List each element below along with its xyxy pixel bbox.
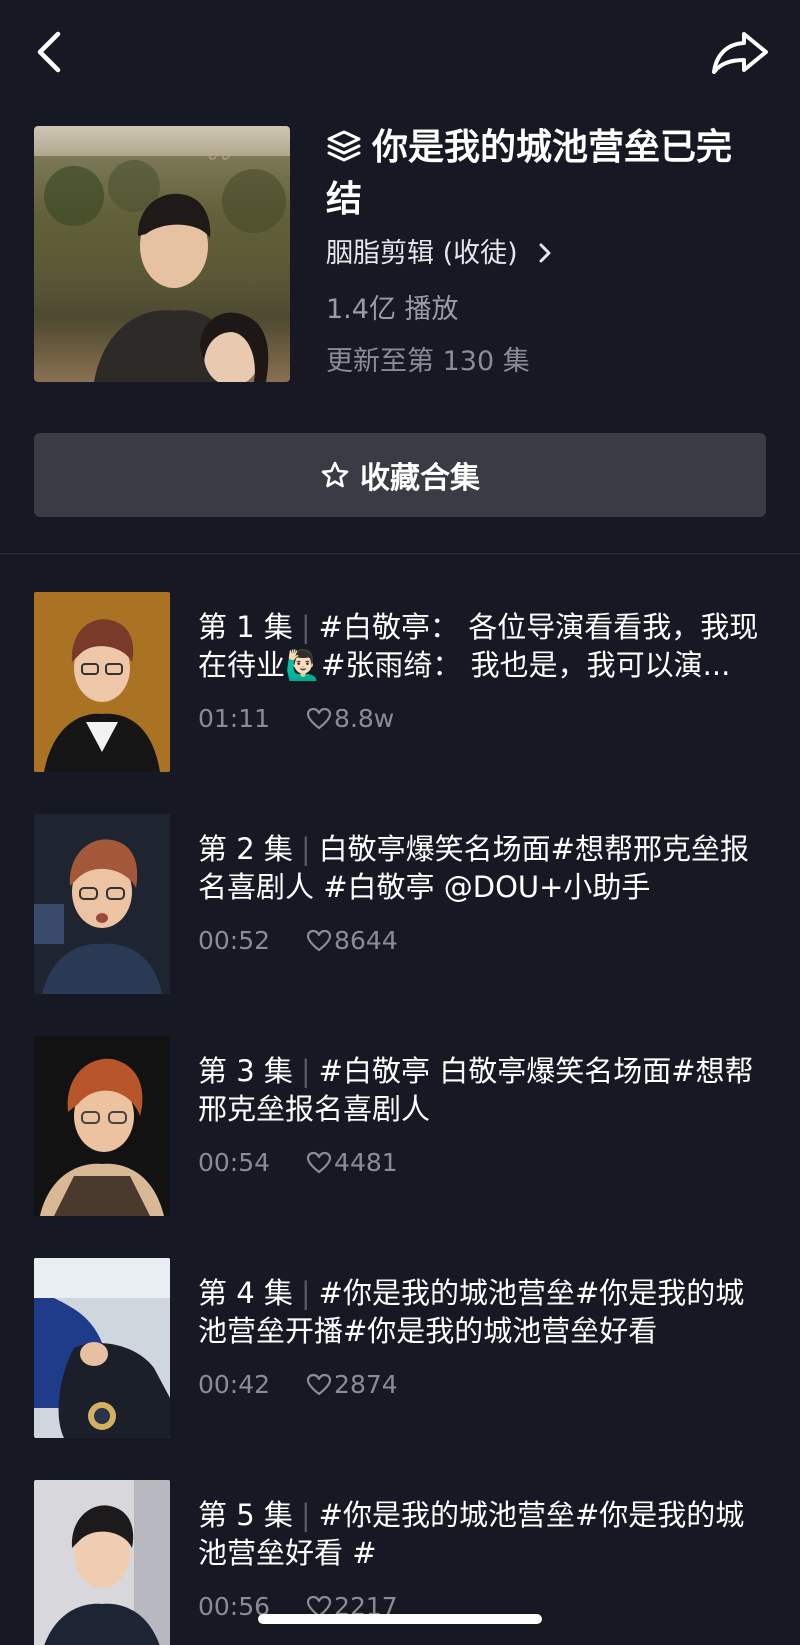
episode-duration: 00:54: [198, 1148, 271, 1177]
collection-title-block: 你是我的城池营垒已完结: [326, 122, 766, 226]
top-bar: [0, 0, 800, 110]
episode-likes: 4481: [334, 1148, 398, 1177]
episode-meta: 00:52 8644: [198, 924, 398, 958]
episode-title: 第 1 集 | #白敬亭： 各位导演看看我，我现在待业🙋🏻‍♂️#张雨绮： 我也是，…: [198, 610, 759, 682]
author-link[interactable]: 胭脂剪辑 (收徒): [326, 234, 556, 274]
episode-title: 第 2 集 | 白敬亭爆笑名场面#想帮邢克垒报名喜剧人 #白敬亭 @DOU+小助手: [198, 832, 749, 904]
episode-thumbnail: [34, 592, 170, 772]
episode-title: 第 3 集 | #白敬亭 白敬亭爆笑名场面#想帮邢克垒报名喜剧人: [198, 1054, 754, 1126]
episode-number: 第 1 集: [198, 610, 293, 644]
svg-text:〰: 〰: [204, 143, 234, 173]
favorite-label: 收藏合集: [360, 461, 480, 496]
episode-item[interactable]: 第 4 集 | #你是我的城池营垒#你是我的城池营垒开播#你是我的城池营垒好看 00…: [0, 1258, 800, 1440]
collection-title: 你是我的城池营垒已完结: [326, 122, 766, 226]
episode-thumbnail: [34, 1258, 170, 1438]
home-indicator[interactable]: [258, 1614, 542, 1624]
episode-item[interactable]: 第 1 集 | #白敬亭： 各位导演看看我，我现在待业🙋🏻‍♂️#张雨绮： 我也是，…: [0, 592, 800, 774]
episode-duration: 00:52: [198, 926, 271, 955]
episode-number: 第 3 集: [198, 1054, 293, 1088]
share-button[interactable]: [708, 26, 772, 78]
collection-title-text: 你是我的城池营垒已完结: [326, 127, 733, 220]
back-button[interactable]: [30, 26, 74, 78]
episode-duration: 00:42: [198, 1370, 271, 1399]
play-count: 1.4亿 播放: [326, 294, 459, 325]
chevron-right-icon: [539, 243, 551, 263]
heart-icon: [306, 1373, 332, 1396]
episode-meta: 01:11 8.8w: [198, 702, 394, 736]
episode-title: 第 5 集 | #你是我的城池营垒#你是我的城池营垒好看 #: [198, 1498, 745, 1570]
heart-icon: [306, 1151, 332, 1174]
episode-number: 第 2 集: [198, 832, 293, 866]
layers-icon: [327, 130, 361, 162]
episode-number: 第 5 集: [198, 1498, 293, 1532]
episode-thumbnail: [34, 1036, 170, 1216]
episode-number: 第 4 集: [198, 1276, 293, 1310]
episode-item[interactable]: 第 2 集 | 白敬亭爆笑名场面#想帮邢克垒报名喜剧人 #白敬亭 @DOU+小助手 …: [0, 814, 800, 996]
episode-item[interactable]: 第 3 集 | #白敬亭 白敬亭爆笑名场面#想帮邢克垒报名喜剧人 00:54 4481: [0, 1036, 800, 1218]
episode-thumbnail: [34, 814, 170, 994]
episode-likes: 2874: [334, 1370, 398, 1399]
update-status: 更新至第 130 集: [326, 346, 530, 377]
collection-cover-image[interactable]: 〰: [34, 126, 290, 382]
collection-page: 〰 你是我的城池营垒已完结 胭脂剪辑 (收徒) 1.4亿 播放 更新至第 130…: [0, 0, 800, 1645]
episode-likes: 8.8w: [334, 704, 395, 733]
section-divider: [0, 553, 800, 554]
episode-meta: 00:54 4481: [198, 1146, 398, 1180]
episode-meta: 00:42 2874: [198, 1368, 398, 1402]
episode-likes: 8644: [334, 926, 398, 955]
chevron-left-icon: [37, 31, 61, 73]
heart-icon: [306, 707, 332, 730]
favorite-collection-button[interactable]: 收藏合集: [34, 433, 766, 517]
star-outline-icon: [321, 461, 349, 488]
episode-title: 第 4 集 | #你是我的城池营垒#你是我的城池营垒开播#你是我的城池营垒好看: [198, 1276, 745, 1348]
author-name: 胭脂剪辑 (收徒): [326, 238, 518, 269]
heart-icon: [306, 929, 332, 952]
episode-thumbnail: [34, 1480, 170, 1645]
share-arrow-icon: [712, 32, 768, 74]
episode-duration: 01:11: [198, 704, 271, 733]
